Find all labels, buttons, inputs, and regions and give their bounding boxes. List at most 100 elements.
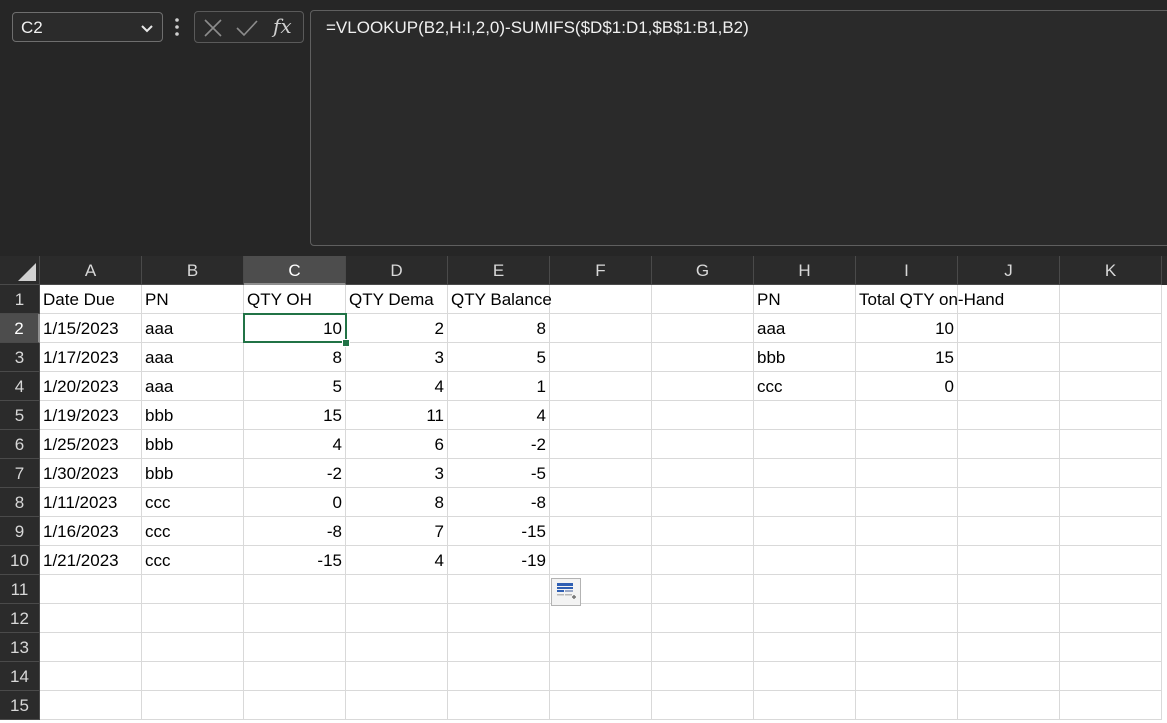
row-header-15[interactable]: 15 — [0, 691, 40, 720]
cell-a14[interactable] — [40, 662, 142, 691]
fill-handle[interactable] — [342, 339, 350, 347]
cell-lookup-pn[interactable]: ccc — [754, 372, 856, 401]
cell-e15[interactable] — [448, 691, 550, 720]
cell-i14[interactable] — [856, 662, 958, 691]
insert-function-button[interactable]: fx — [273, 14, 292, 38]
cell-pn[interactable]: ccc — [142, 488, 244, 517]
cell-date-due[interactable]: 1/30/2023 — [40, 459, 142, 488]
cell-qty-balance[interactable]: 1 — [448, 372, 550, 401]
cell-qty-balance[interactable]: -5 — [448, 459, 550, 488]
cell-j9[interactable] — [958, 517, 1060, 546]
cell-k2[interactable] — [1060, 314, 1162, 343]
header-qty-balance[interactable]: QTY Balance — [448, 285, 552, 314]
cell-a11[interactable] — [40, 575, 142, 604]
cell-h8[interactable] — [754, 488, 856, 517]
cell-date-due[interactable]: 1/17/2023 — [40, 343, 142, 372]
column-header-j[interactable]: J — [958, 256, 1060, 285]
cell-c11[interactable] — [244, 575, 346, 604]
header-qty-demand[interactable]: QTY Dema — [346, 285, 448, 314]
cell-date-due[interactable]: 1/21/2023 — [40, 546, 142, 575]
name-box[interactable]: C2 — [12, 12, 163, 42]
cell-g3[interactable] — [652, 343, 754, 372]
cell-k11[interactable] — [1060, 575, 1162, 604]
cell-qty-balance[interactable]: 5 — [448, 343, 550, 372]
chevron-down-icon[interactable] — [140, 21, 154, 35]
cell-d11[interactable] — [346, 575, 448, 604]
cell-k10[interactable] — [1060, 546, 1162, 575]
cell-i15[interactable] — [856, 691, 958, 720]
cell-f13[interactable] — [550, 633, 652, 662]
cell-g6[interactable] — [652, 430, 754, 459]
cell-a13[interactable] — [40, 633, 142, 662]
cell-pn[interactable]: bbb — [142, 401, 244, 430]
cell-k4[interactable] — [1060, 372, 1162, 401]
cell-qty-oh[interactable]: 5 — [244, 372, 346, 401]
cell-e13[interactable] — [448, 633, 550, 662]
cell-qty-demand[interactable]: 2 — [346, 314, 448, 343]
cell-qty-oh[interactable]: 15 — [244, 401, 346, 430]
cell-pn[interactable]: bbb — [142, 430, 244, 459]
cell-f6[interactable] — [550, 430, 652, 459]
cell-f10[interactable] — [550, 546, 652, 575]
cell-d14[interactable] — [346, 662, 448, 691]
cell-f1[interactable] — [550, 285, 652, 314]
cell-i8[interactable] — [856, 488, 958, 517]
column-header-c[interactable]: C — [244, 256, 346, 285]
spreadsheet-grid[interactable]: 1 2 3 4 5 6 7 8 9 10 11 12 13 14 15 Date Due PN QTY OH QTY… — [0, 256, 1167, 723]
cell-g5[interactable] — [652, 401, 754, 430]
cell-e11[interactable] — [448, 575, 550, 604]
cell-b12[interactable] — [142, 604, 244, 633]
cell-f14[interactable] — [550, 662, 652, 691]
cell-j7[interactable] — [958, 459, 1060, 488]
cell-qty-balance[interactable]: 4 — [448, 401, 550, 430]
cell-h7[interactable] — [754, 459, 856, 488]
cell-date-due[interactable]: 1/15/2023 — [40, 314, 142, 343]
cell-qty-demand[interactable]: 7 — [346, 517, 448, 546]
row-header-1[interactable]: 1 — [0, 285, 40, 314]
cell-lookup-total[interactable]: 15 — [856, 343, 958, 372]
cell-j2[interactable] — [958, 314, 1060, 343]
cell-g15[interactable] — [652, 691, 754, 720]
cell-j5[interactable] — [958, 401, 1060, 430]
column-header-k[interactable]: K — [1060, 256, 1162, 285]
cell-pn[interactable]: ccc — [142, 517, 244, 546]
cell-g13[interactable] — [652, 633, 754, 662]
cell-b14[interactable] — [142, 662, 244, 691]
cell-b15[interactable] — [142, 691, 244, 720]
row-header-13[interactable]: 13 — [0, 633, 40, 662]
cell-g9[interactable] — [652, 517, 754, 546]
header-total-qty-on-hand[interactable]: Total QTY on-Hand — [856, 285, 1004, 314]
column-header-f[interactable]: F — [550, 256, 652, 285]
column-header-i[interactable]: I — [856, 256, 958, 285]
cell-pn[interactable]: aaa — [142, 343, 244, 372]
row-header-2[interactable]: 2 — [0, 314, 40, 343]
cell-qty-balance[interactable]: -8 — [448, 488, 550, 517]
select-all-button[interactable] — [0, 256, 40, 285]
column-header-h[interactable]: H — [754, 256, 856, 285]
row-header-9[interactable]: 9 — [0, 517, 40, 546]
cell-qty-demand[interactable]: 11 — [346, 401, 448, 430]
row-header-12[interactable]: 12 — [0, 604, 40, 633]
cell-h15[interactable] — [754, 691, 856, 720]
cell-g11[interactable] — [652, 575, 754, 604]
cell-i7[interactable] — [856, 459, 958, 488]
cell-h13[interactable] — [754, 633, 856, 662]
cell-qty-oh[interactable]: -8 — [244, 517, 346, 546]
cell-i13[interactable] — [856, 633, 958, 662]
cell-date-due[interactable]: 1/19/2023 — [40, 401, 142, 430]
row-header-7[interactable]: 7 — [0, 459, 40, 488]
cell-d15[interactable] — [346, 691, 448, 720]
cell-g14[interactable] — [652, 662, 754, 691]
cell-g4[interactable] — [652, 372, 754, 401]
cell-f4[interactable] — [550, 372, 652, 401]
cell-qty-oh[interactable]: 8 — [244, 343, 346, 372]
cell-qty-balance[interactable]: -15 — [448, 517, 550, 546]
cell-j11[interactable] — [958, 575, 1060, 604]
column-header-d[interactable]: D — [346, 256, 448, 285]
cell-pn[interactable]: aaa — [142, 314, 244, 343]
cell-i5[interactable] — [856, 401, 958, 430]
cell-j14[interactable] — [958, 662, 1060, 691]
cell-qty-oh[interactable]: 10 — [244, 314, 346, 343]
row-header-8[interactable]: 8 — [0, 488, 40, 517]
cell-j4[interactable] — [958, 372, 1060, 401]
